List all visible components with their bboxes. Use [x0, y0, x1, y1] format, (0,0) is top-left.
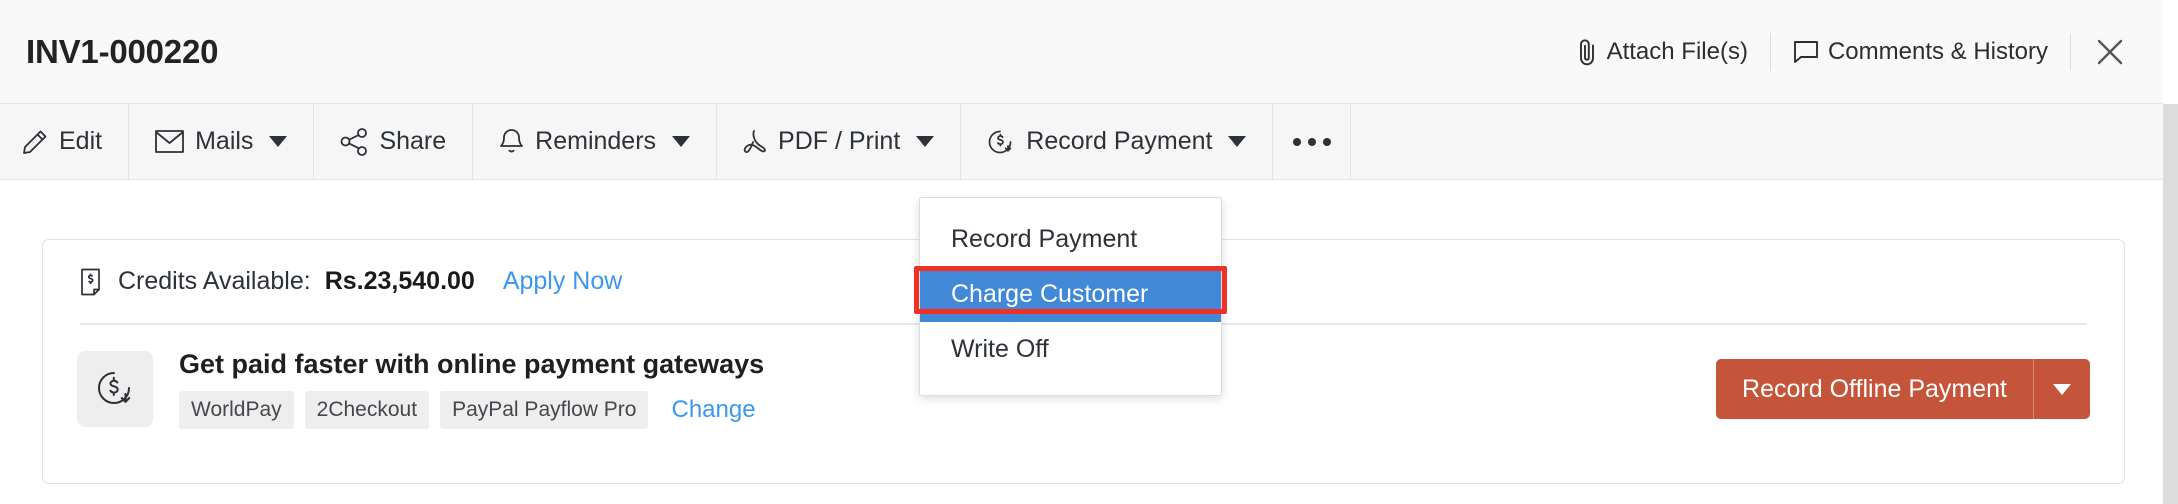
bell-icon: [499, 128, 524, 156]
chevron-down-icon: [672, 136, 691, 147]
payment-gateway-text: Get paid faster with online payment gate…: [179, 349, 764, 429]
comment-icon: [1793, 39, 1819, 65]
toolbar-button-reminders[interactable]: Reminders: [473, 104, 718, 179]
dropdown-item-write-off[interactable]: Write Off: [920, 322, 1221, 377]
toolbar-label-share: Share: [379, 127, 447, 155]
gateway-tag[interactable]: WorldPay: [179, 391, 294, 429]
attach-files-button[interactable]: Attach File(s): [1554, 38, 1770, 66]
record-payment-icon: [987, 128, 1015, 156]
toolbar-button-pdf-print[interactable]: PDF / Print: [717, 104, 962, 179]
chevron-down-icon: [2053, 383, 2071, 395]
toolbar-empty-space: [1351, 104, 2163, 179]
credit-note-icon: [80, 268, 104, 296]
chevron-down-icon: [1228, 136, 1247, 147]
toolbar-label-pdf-print: PDF / Print: [778, 127, 901, 155]
record-offline-payment-dropdown-toggle[interactable]: [2034, 359, 2090, 419]
comments-history-button[interactable]: Comments & History: [1771, 38, 2070, 66]
toolbar-button-share[interactable]: Share: [314, 104, 474, 179]
action-toolbar: Edit Mails Share Reminders PDF / Print R…: [0, 104, 2163, 180]
gateway-tag[interactable]: 2Checkout: [304, 391, 430, 429]
paperclip-icon: [1576, 38, 1598, 66]
toolbar-button-more[interactable]: [1273, 104, 1352, 179]
envelope-icon: [155, 130, 184, 153]
payment-gateway-tags: WorldPay 2Checkout PayPal Payflow Pro Ch…: [179, 391, 764, 429]
record-payment-dropdown-menu: Record Payment Charge Customer Write Off: [919, 197, 1222, 396]
vertical-scrollbar[interactable]: [2163, 104, 2178, 504]
page-title: INV1-000220: [26, 32, 219, 70]
toolbar-label-reminders: Reminders: [535, 127, 657, 155]
toolbar-button-record-payment[interactable]: Record Payment: [961, 104, 1274, 179]
record-offline-payment-button[interactable]: Record Offline Payment: [1716, 359, 2034, 419]
toolbar-button-mails[interactable]: Mails: [129, 104, 315, 179]
invoice-detail-screen: INV1-000220 Attach File(s) Comments & Hi…: [0, 0, 2178, 504]
close-icon: [2095, 37, 2125, 67]
payment-gateway-title: Get paid faster with online payment gate…: [179, 349, 765, 379]
toolbar-button-edit[interactable]: Edit: [0, 104, 130, 179]
chevron-down-icon: [269, 136, 288, 147]
share-nodes-icon: [340, 127, 368, 156]
payment-gateway-icon: [93, 367, 137, 411]
credits-available-label: Credits Available:: [118, 267, 311, 295]
more-dot: [1322, 137, 1331, 146]
more-dot: [1292, 137, 1301, 146]
apply-now-link[interactable]: Apply Now: [503, 267, 623, 296]
payment-gateway-icon-box: [77, 351, 153, 427]
close-button[interactable]: [2071, 37, 2141, 67]
comments-history-label: Comments & History: [1827, 37, 2048, 65]
credits-available-amount: Rs.23,540.00: [324, 267, 475, 295]
attach-files-label: Attach File(s): [1606, 37, 1748, 65]
record-offline-payment-group: Record Offline Payment: [1716, 359, 2090, 419]
chevron-down-icon: [916, 136, 935, 147]
toolbar-label-edit: Edit: [59, 127, 103, 155]
dropdown-item-record-payment[interactable]: Record Payment: [920, 212, 1221, 267]
gateway-tag[interactable]: PayPal Payflow Pro: [440, 391, 649, 429]
pencil-icon: [22, 129, 48, 155]
toolbar-label-mails: Mails: [195, 127, 254, 155]
page-header: INV1-000220 Attach File(s) Comments & Hi…: [0, 0, 2163, 104]
dropdown-item-charge-customer[interactable]: Charge Customer: [920, 267, 1221, 322]
change-gateways-link[interactable]: Change: [671, 396, 755, 424]
toolbar-label-record-payment: Record Payment: [1026, 127, 1213, 155]
header-actions: Attach File(s) Comments & History: [1554, 30, 2141, 74]
pdf-icon: [743, 129, 767, 155]
more-dot: [1307, 137, 1316, 146]
